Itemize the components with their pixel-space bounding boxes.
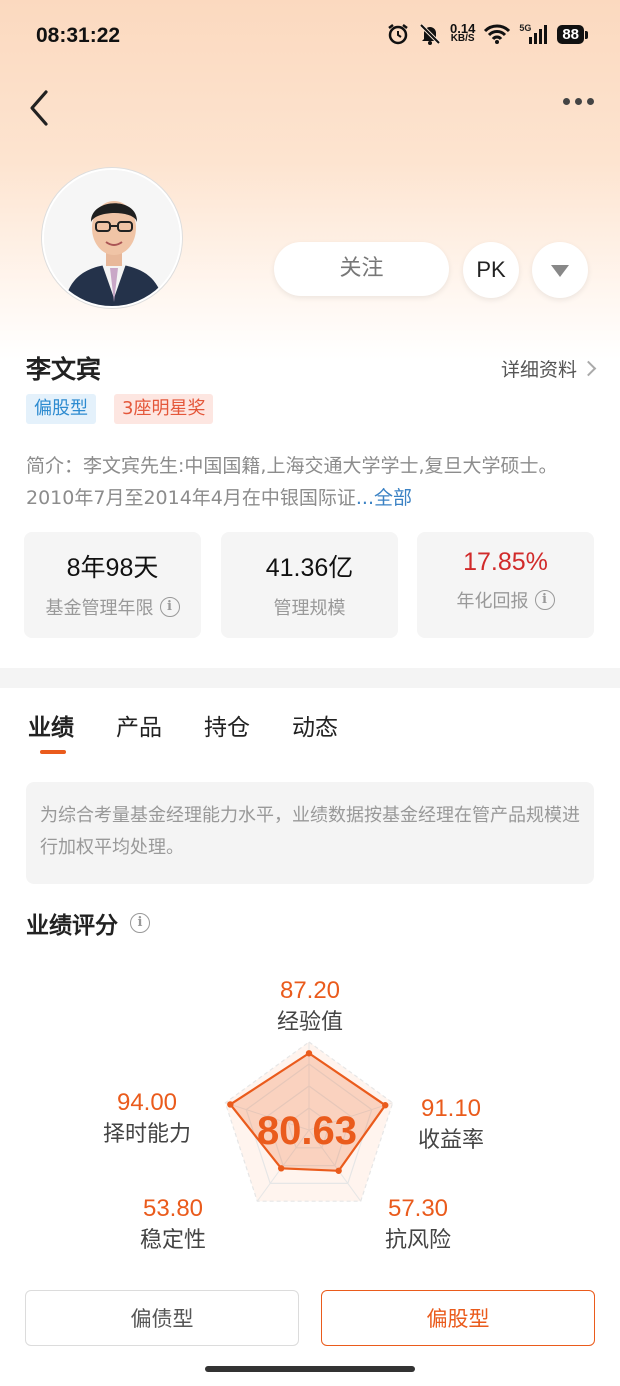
more-dot-icon (587, 98, 594, 105)
chevron-right-icon (580, 360, 597, 377)
stat-value: 8年98天 (66, 554, 159, 582)
wifi-icon (484, 24, 511, 44)
active-tab-indicator (40, 750, 66, 754)
home-indicator (205, 1366, 415, 1372)
more-dot-icon (575, 98, 582, 105)
battery-indicator: 88 (557, 24, 588, 44)
radar-data-point (305, 1050, 313, 1057)
stat-label-row: 基金管理年限 i (24, 594, 201, 620)
radar-dimension-label: 抗风险 (385, 1228, 451, 1253)
radar-score-label: 94.00 (117, 1089, 177, 1116)
avatar-portrait-image (44, 170, 180, 306)
radar-data-point (335, 1167, 342, 1174)
cell-signal-icon: 5G (519, 23, 549, 45)
manager-avatar (42, 168, 182, 308)
score-radar-chart: 80.63 87.20 经验值 91.10 收益率 57.30 抗风险 53.80 稳定性 94.… (103, 977, 484, 1253)
score-title-text: 业绩评分 (26, 913, 118, 939)
score-section-title: 业绩评分 i (26, 906, 150, 940)
section-divider (0, 668, 620, 688)
stat-card-scale: 41.36亿 管理规模 (221, 532, 398, 638)
stat-card-tenure: 8年98天 基金管理年限 i (24, 532, 201, 638)
manager-intro: 简介：李文宾先生:中国国籍,上海交通大学学士,复旦大学硕士。2010年7月至20… (26, 450, 596, 514)
bond-type-button[interactable]: 偏债型 (25, 1290, 299, 1346)
radar-score-label: 57.30 (388, 1195, 448, 1222)
tab-products[interactable]: 产品 (116, 708, 162, 742)
triangle-down-icon (551, 265, 569, 277)
info-icon[interactable]: i (534, 590, 555, 610)
radar-data-point (382, 1102, 389, 1109)
stat-value: 17.85% (463, 548, 548, 576)
tab-performance[interactable]: 业绩 (28, 708, 74, 742)
more-options-button[interactable] (563, 98, 594, 105)
net-speed: 0.14 KB/S (450, 21, 476, 44)
star-award-tag: 3座明星奖 (114, 394, 214, 424)
status-icons: 0.14 KB/S 5G 88 (386, 21, 588, 46)
intro-text: 简介：李文宾先生:中国国籍,上海交通大学学士,复旦大学硕士。2010年7月至20… (26, 455, 558, 509)
alarm-icon (388, 24, 408, 45)
stat-label: 管理规模 (273, 598, 346, 619)
radar-dimension-label: 择时能力 (103, 1122, 191, 1147)
detail-info-label: 详细资料 (500, 359, 577, 381)
info-icon[interactable]: i (130, 913, 150, 933)
stat-label: 年化回报 (456, 591, 529, 612)
follow-button[interactable]: 关注 (274, 242, 449, 296)
stat-value: 41.36亿 (265, 554, 354, 582)
radar-data-point (227, 1101, 234, 1108)
dropdown-button[interactable] (532, 242, 588, 298)
info-icon[interactable]: i (159, 597, 180, 617)
equity-type-button[interactable]: 偏股型 (321, 1290, 595, 1346)
pk-button[interactable]: PK (463, 242, 519, 298)
fund-style-tag: 偏股型 (26, 394, 96, 424)
notice-box: 为综合考量基金经理能力水平，业绩数据按基金经理在管产品规模进行加权平均处理。 (26, 782, 594, 884)
more-dot-icon (563, 98, 570, 105)
radar-score-label: 87.20 (280, 977, 340, 1004)
radar-dimension-label: 收益率 (418, 1128, 484, 1153)
tab-holdings[interactable]: 持仓 (204, 708, 250, 742)
manager-name: 李文宾 (26, 355, 102, 384)
stat-label: 基金管理年限 (45, 598, 154, 619)
total-score-value: 80.63 (257, 1109, 357, 1153)
radar-score-label: 53.80 (143, 1195, 203, 1222)
back-arrow-icon[interactable] (22, 88, 62, 128)
intro-more-link[interactable]: 全部 (374, 487, 412, 509)
intro-ellipsis: ... (355, 487, 375, 509)
stat-label-row: 管理规模 (221, 594, 398, 620)
radar-score-label: 91.10 (421, 1095, 481, 1122)
detail-info-link[interactable]: 详细资料 (500, 355, 597, 382)
stat-label-row: 年化回报 i (417, 587, 594, 613)
status-bar: 08:31:22 0.14 KB/S 5G 88 (0, 0, 620, 72)
tab-news[interactable]: 动态 (292, 708, 338, 742)
radar-dimension-label: 经验值 (277, 1010, 343, 1035)
stat-card-annual-return: 17.85% 年化回报 i (417, 532, 594, 638)
radar-dimension-label: 稳定性 (140, 1228, 206, 1253)
status-time: 08:31:22 (36, 24, 121, 47)
mute-bell-icon (419, 23, 441, 45)
radar-data-point (277, 1165, 285, 1172)
